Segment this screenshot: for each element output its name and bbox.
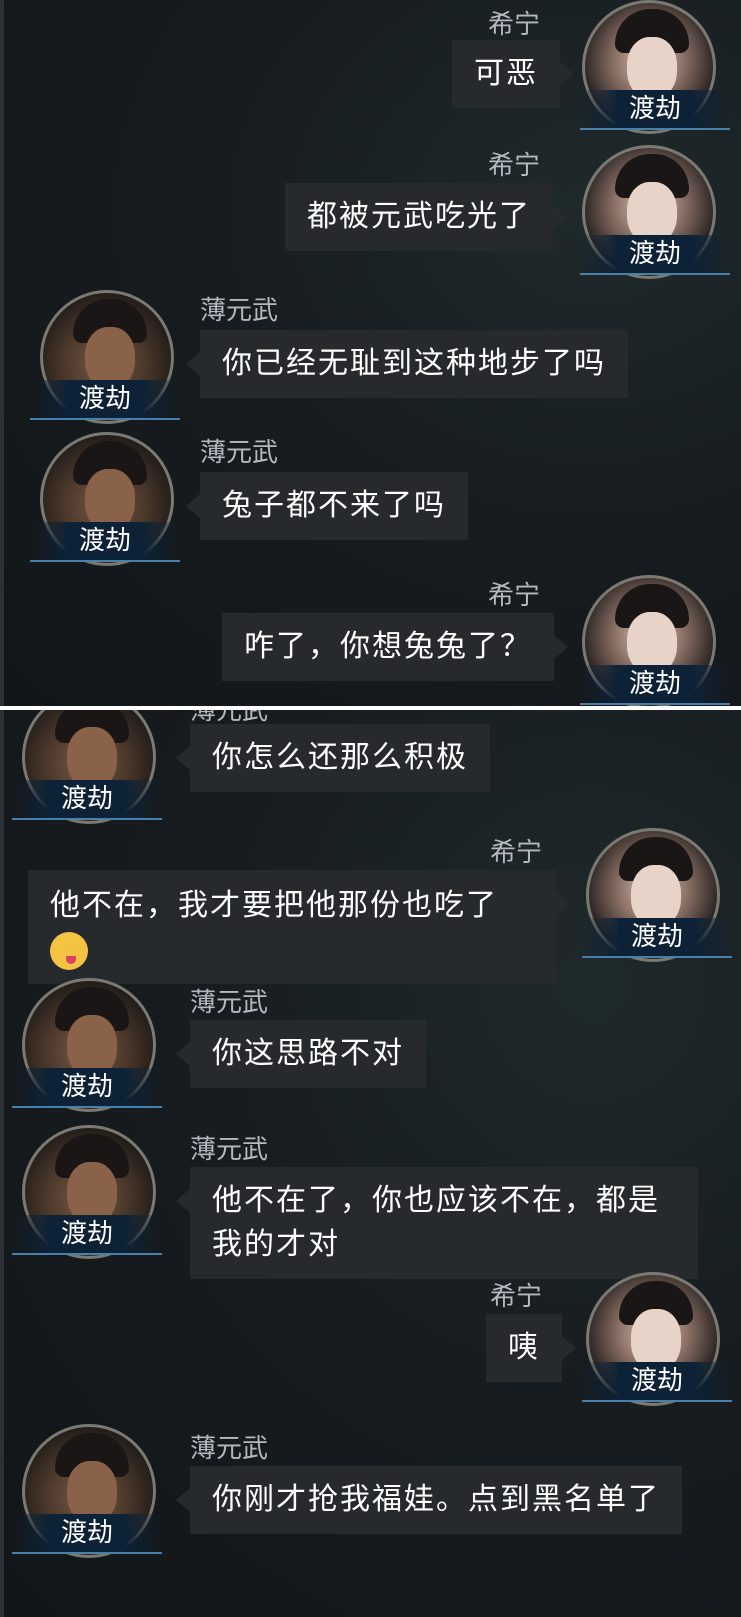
sender-name: 希宁: [488, 10, 541, 40]
panel-border: [0, 0, 4, 706]
sender-name: 希宁: [490, 838, 543, 868]
message-bubble[interactable]: 咦: [486, 1314, 576, 1382]
realm-badge: 渡劫: [12, 1215, 162, 1255]
realm-badge: 渡劫: [582, 1362, 732, 1402]
sender-name: 薄元武: [190, 1135, 269, 1165]
message-bubble[interactable]: 他不在了，你也应该不在，都是我的才对: [176, 1167, 698, 1279]
panel-border: [0, 710, 4, 1617]
sender-name: 希宁: [488, 151, 541, 181]
realm-badge: 渡劫: [580, 235, 730, 275]
message-bubble[interactable]: 你这思路不对: [176, 1020, 426, 1088]
message-bubble[interactable]: 你怎么还那么积极: [176, 724, 490, 792]
realm-badge: 渡劫: [12, 1514, 162, 1554]
realm-badge: 渡劫: [12, 780, 162, 820]
sender-name: 薄元武: [200, 438, 279, 468]
realm-badge: 渡劫: [580, 90, 730, 130]
savoring-food-emoji-icon: [50, 932, 88, 970]
sender-name: 薄元武: [200, 296, 279, 326]
realm-badge: 渡劫: [30, 380, 180, 420]
message-bubble[interactable]: 咋了，你想兔兔了？: [222, 613, 568, 681]
message-bubble[interactable]: 你已经无耻到这种地步了吗: [186, 330, 628, 398]
message-text: 他不在，我才要把他那份也吃了: [50, 888, 498, 923]
realm-badge: 渡劫: [580, 665, 730, 705]
message-bubble[interactable]: 你刚才抢我福娃。点到黑名单了: [176, 1466, 682, 1534]
message-bubble[interactable]: 兔子都不来了吗: [186, 472, 468, 540]
realm-badge: 渡劫: [12, 1068, 162, 1108]
message-bubble[interactable]: 可恶: [452, 40, 574, 108]
message-bubble[interactable]: 他不在，我才要把他那份也吃了: [28, 870, 570, 984]
message-bubble[interactable]: 都被元武吃光了: [285, 183, 567, 251]
chat-panel-top[interactable]: 希宁 可恶 渡劫 希宁 都被元武吃光了 渡劫 渡劫 薄元武 你已经无耻到这种地步…: [0, 0, 741, 706]
sender-name: 希宁: [488, 581, 541, 611]
realm-badge: 渡劫: [582, 918, 732, 958]
sender-name: 薄元武: [190, 988, 269, 1018]
chat-panel-bottom[interactable]: 渡劫 薄元武 你怎么还那么积极 希宁 他不在，我才要把他那份也吃了 渡劫 渡劫 …: [0, 710, 741, 1617]
sender-name: 薄元武: [190, 1434, 269, 1464]
sender-name: 希宁: [490, 1282, 543, 1312]
realm-badge: 渡劫: [30, 522, 180, 562]
